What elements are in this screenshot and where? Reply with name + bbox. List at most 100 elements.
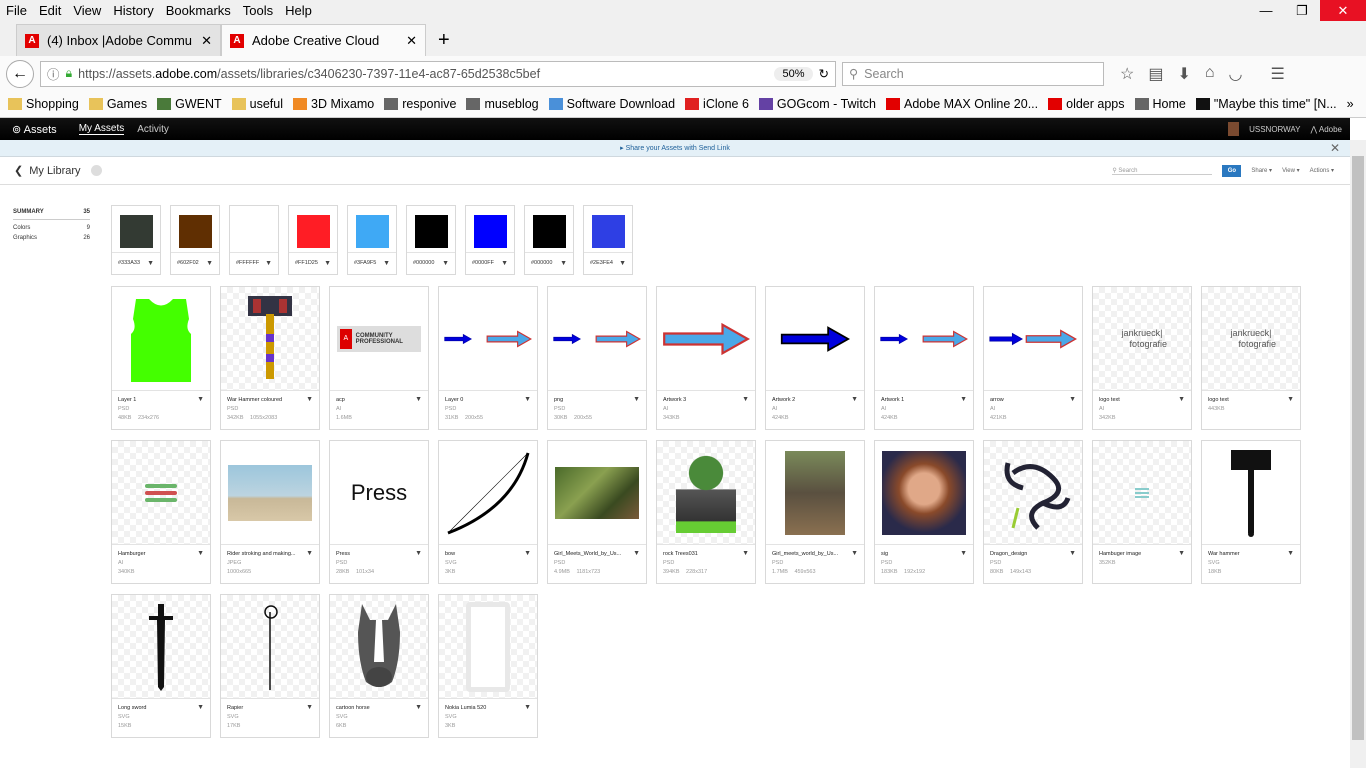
bookmark-item[interactable]: Home bbox=[1134, 97, 1186, 111]
tab-adobe-creative-cloud[interactable]: A Adobe Creative Cloud ✕ bbox=[221, 24, 426, 56]
dropdown-caret-icon[interactable]: ▼ bbox=[442, 260, 449, 267]
color-swatch-card[interactable]: #FF1D25 ▼ bbox=[288, 205, 338, 275]
bookmark-item[interactable]: older apps bbox=[1048, 97, 1125, 111]
bookmarks-overflow-icon[interactable]: » bbox=[1347, 97, 1354, 111]
summary-row[interactable]: SUMMARY 35 bbox=[13, 207, 90, 220]
dropdown-caret-icon[interactable]: ▼ bbox=[415, 396, 422, 403]
color-swatch-card[interactable]: #3FA9F5 ▼ bbox=[347, 205, 397, 275]
asset-card[interactable]: Hamburger AI 340KB ▼ bbox=[111, 440, 211, 584]
menu-help[interactable]: Help bbox=[279, 3, 318, 18]
menu-bookmarks[interactable]: Bookmarks bbox=[160, 3, 237, 18]
dropdown-caret-icon[interactable]: ▼ bbox=[306, 396, 313, 403]
asset-card[interactable]: arrow AI 421KB ▼ bbox=[983, 286, 1083, 430]
asset-card[interactable]: Hambuger image 352KB ▼ bbox=[1092, 440, 1192, 584]
actions-menu[interactable]: Actions ▾ bbox=[1310, 167, 1334, 174]
dropdown-caret-icon[interactable]: ▼ bbox=[324, 260, 331, 267]
bookmark-item[interactable]: responive bbox=[384, 97, 456, 111]
asset-card[interactable]: Layer 1 PSD 48KB 234x276 ▼ bbox=[111, 286, 211, 430]
close-tab-icon[interactable]: ✕ bbox=[406, 33, 417, 49]
dropdown-caret-icon[interactable]: ▼ bbox=[633, 396, 640, 403]
dropdown-caret-icon[interactable]: ▼ bbox=[619, 260, 626, 267]
asset-card[interactable]: Artwork 3 AI 343KB ▼ bbox=[656, 286, 756, 430]
dropdown-caret-icon[interactable]: ▼ bbox=[524, 396, 531, 403]
bookmark-item[interactable]: Games bbox=[88, 97, 147, 111]
asset-card[interactable]: Artwork 2 AI 424KB ▼ bbox=[765, 286, 865, 430]
asset-card[interactable]: Rider stroking and making... JPEG 1000x665… bbox=[220, 440, 320, 584]
nav-my-assets[interactable]: My Assets bbox=[78, 123, 125, 135]
dropdown-caret-icon[interactable]: ▼ bbox=[1069, 550, 1076, 557]
dropdown-caret-icon[interactable]: ▼ bbox=[501, 260, 508, 267]
summary-graphics[interactable]: Graphics 26 bbox=[13, 233, 90, 243]
asset-card[interactable]: War Hammer coloured PSD 342KB 1055x2083 ▼ bbox=[220, 286, 320, 430]
color-swatch-card[interactable]: #000000 ▼ bbox=[524, 205, 574, 275]
dropdown-caret-icon[interactable]: ▼ bbox=[524, 550, 531, 557]
menu-edit[interactable]: Edit bbox=[33, 3, 67, 18]
asset-card[interactable]: Girl_Meets_World_by_Us... PSD 4.9MB 1181x7… bbox=[547, 440, 647, 584]
asset-card[interactable]: Press Press PSD 28KB 101x34 ▼ bbox=[329, 440, 429, 584]
dropdown-caret-icon[interactable]: ▼ bbox=[197, 704, 204, 711]
asset-card[interactable]: Girl_meets_world_by_Us... PSD 1.7MB 459x56… bbox=[765, 440, 865, 584]
asset-card[interactable]: A COMMUNITY PROFESSIONAL acp AI 1.6MB ▼ bbox=[329, 286, 429, 430]
url-bar[interactable]: ⓘ 🔒︎ https://assets.adobe.com/assets/lib… bbox=[40, 60, 836, 87]
dropdown-caret-icon[interactable]: ▼ bbox=[1178, 550, 1185, 557]
info-icon[interactable]: ⓘ bbox=[47, 64, 60, 83]
reload-icon[interactable]: ↻ bbox=[819, 66, 829, 81]
dropdown-caret-icon[interactable]: ▼ bbox=[383, 260, 390, 267]
dropdown-caret-icon[interactable]: ▼ bbox=[1287, 396, 1294, 403]
summary-colors[interactable]: Colors 9 bbox=[13, 223, 90, 233]
minimize-button[interactable]: — bbox=[1248, 0, 1284, 21]
color-swatch-card[interactable]: #2E3FE4 ▼ bbox=[583, 205, 633, 275]
pocket-icon[interactable]: ◡ bbox=[1229, 64, 1243, 84]
dropdown-caret-icon[interactable]: ▼ bbox=[147, 260, 154, 267]
maximize-button[interactable]: ❐ bbox=[1284, 0, 1320, 21]
share-menu[interactable]: Share ▾ bbox=[1251, 167, 1272, 174]
asset-card[interactable]: sig PSD 183KB 192x192 ▼ bbox=[874, 440, 974, 584]
color-swatch-card[interactable]: #000000 ▼ bbox=[406, 205, 456, 275]
dropdown-caret-icon[interactable]: ▼ bbox=[265, 260, 272, 267]
asset-card[interactable]: Artwork 1 AI 424KB ▼ bbox=[874, 286, 974, 430]
username[interactable]: USSNORWAY bbox=[1249, 125, 1300, 134]
asset-card[interactable]: jankrueck| fotografie logo text AI 342KB ▼ bbox=[1092, 286, 1192, 430]
bookmark-item[interactable]: Adobe MAX Online 20... bbox=[886, 97, 1038, 111]
dropdown-caret-icon[interactable]: ▼ bbox=[960, 550, 967, 557]
home-icon[interactable]: ⌂ bbox=[1205, 64, 1215, 84]
asset-card[interactable]: jankrueck| fotografie logo text 443KB ▼ bbox=[1201, 286, 1301, 430]
bookmark-item[interactable]: GOGcom - Twitch bbox=[758, 97, 876, 111]
bookmark-item[interactable]: GWENT bbox=[157, 97, 222, 111]
zoom-level[interactable]: 50% bbox=[774, 66, 813, 81]
color-swatch-card[interactable]: #333A33 ▼ bbox=[111, 205, 161, 275]
asset-card[interactable]: Long sword SVG 15KB ▼ bbox=[111, 594, 211, 738]
color-swatch-card[interactable]: #0000FF ▼ bbox=[465, 205, 515, 275]
dropdown-caret-icon[interactable]: ▼ bbox=[415, 550, 422, 557]
dropdown-caret-icon[interactable]: ▼ bbox=[197, 550, 204, 557]
dropdown-caret-icon[interactable]: ▼ bbox=[1069, 396, 1076, 403]
menu-history[interactable]: History bbox=[107, 3, 159, 18]
go-button[interactable]: Go bbox=[1222, 164, 1242, 177]
dropdown-caret-icon[interactable]: ▼ bbox=[960, 396, 967, 403]
add-icon[interactable] bbox=[90, 165, 102, 176]
back-chevron-icon[interactable]: ❮ bbox=[14, 164, 23, 177]
bookmark-star-icon[interactable]: ☆ bbox=[1120, 64, 1134, 84]
dropdown-caret-icon[interactable]: ▼ bbox=[306, 704, 313, 711]
close-window-button[interactable]: ✕ bbox=[1320, 0, 1366, 21]
download-icon[interactable]: ⬇ bbox=[1177, 64, 1190, 84]
dropdown-caret-icon[interactable]: ▼ bbox=[1178, 396, 1185, 403]
dropdown-caret-icon[interactable]: ▼ bbox=[1287, 550, 1294, 557]
asset-card[interactable]: Dragon_design PSD 80KB 149x143 ▼ bbox=[983, 440, 1083, 584]
view-menu[interactable]: View ▾ bbox=[1282, 167, 1300, 174]
asset-card[interactable]: Rapier SVG 17KB ▼ bbox=[220, 594, 320, 738]
dropdown-caret-icon[interactable]: ▼ bbox=[742, 396, 749, 403]
user-avatar[interactable] bbox=[1228, 122, 1240, 136]
library-search-input[interactable]: ⚲ Search bbox=[1112, 167, 1213, 175]
asset-card[interactable]: rock Trees031 PSD 394KB 228x317 ▼ bbox=[656, 440, 756, 584]
new-tab-button[interactable]: + bbox=[426, 24, 462, 56]
bookmark-item[interactable]: useful bbox=[231, 97, 283, 111]
back-button[interactable]: ← bbox=[6, 59, 34, 88]
asset-card[interactable]: War hammer SVG 18KB ▼ bbox=[1201, 440, 1301, 584]
bookmark-item[interactable]: 3D Mixamo bbox=[293, 97, 374, 111]
close-tab-icon[interactable]: ✕ bbox=[201, 33, 212, 49]
asset-card[interactable]: bow SVG 3KB ▼ bbox=[438, 440, 538, 584]
reading-list-icon[interactable]: ▤ bbox=[1148, 64, 1163, 84]
dropdown-caret-icon[interactable]: ▼ bbox=[851, 550, 858, 557]
dropdown-caret-icon[interactable]: ▼ bbox=[415, 704, 422, 711]
